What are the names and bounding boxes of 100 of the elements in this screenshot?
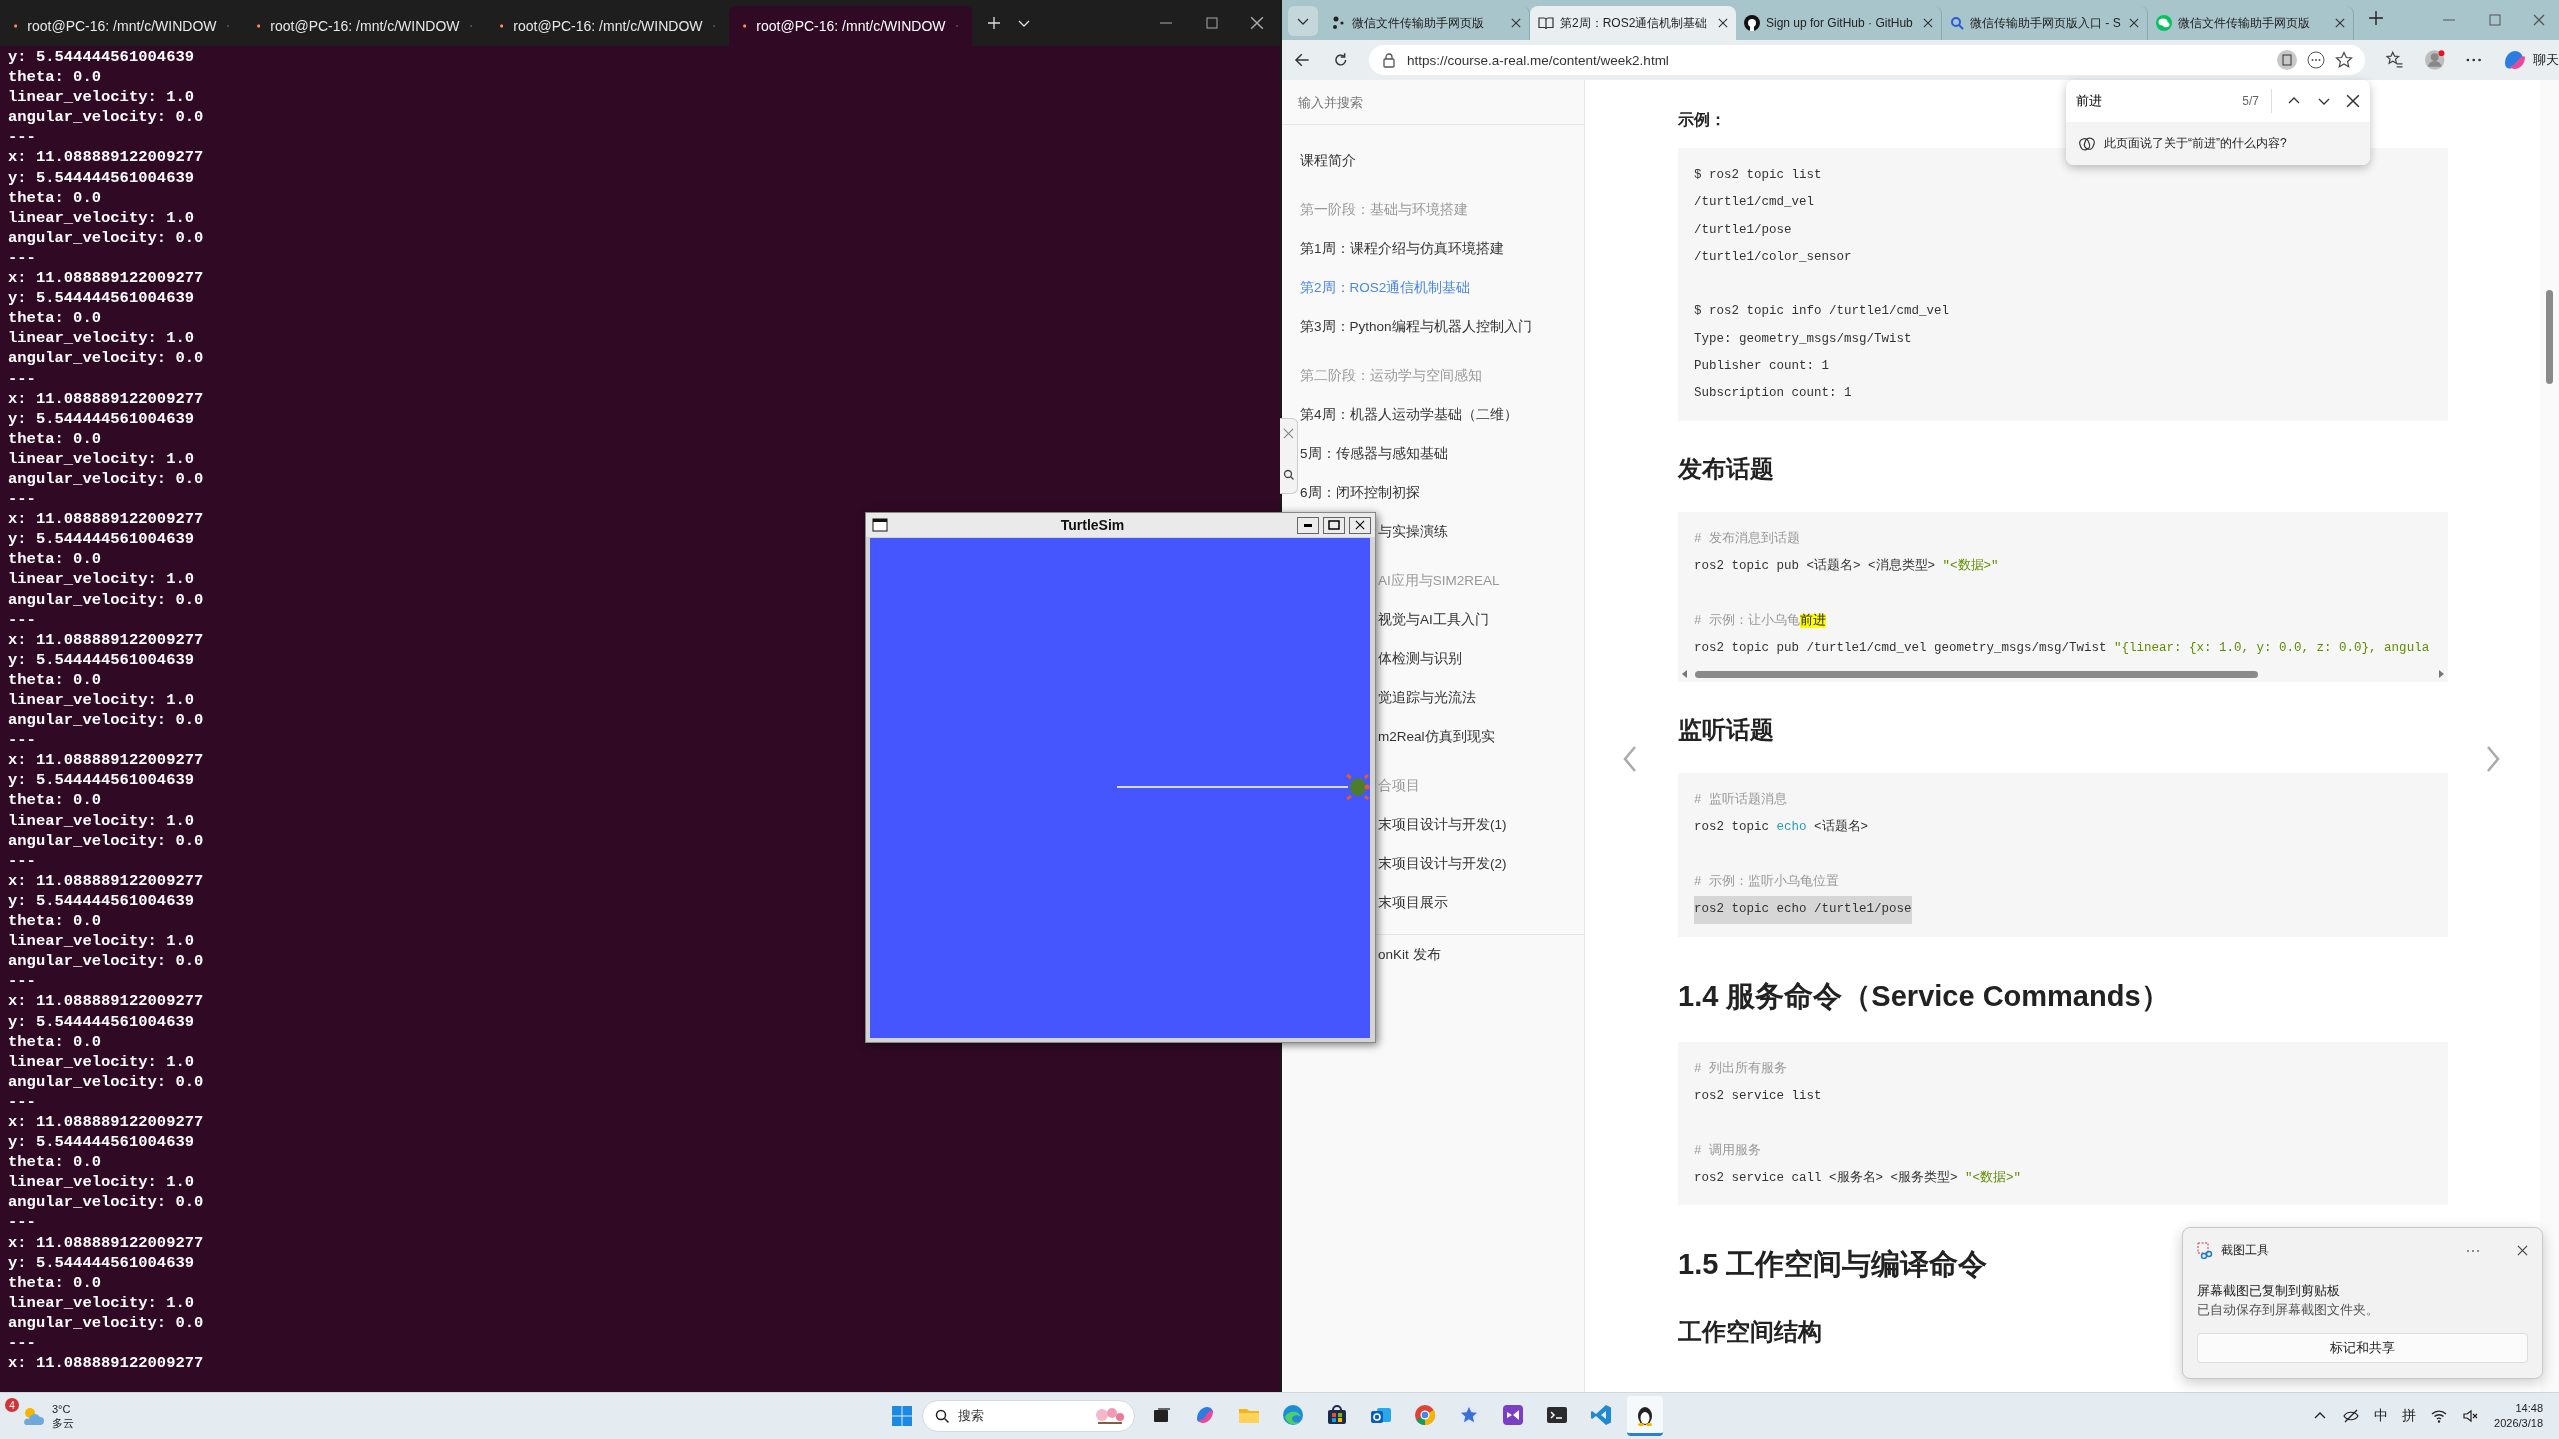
nav-link[interactable]: 课程简介 — [1300, 151, 1356, 170]
terminal-tab[interactable]: root@PC-16: /mnt/c/WINDOW — [243, 6, 486, 46]
terminal-line: --- — [8, 127, 36, 148]
nav-link[interactable]: m2Real仿真到现实 — [1378, 727, 1495, 746]
terminal-line: linear_velocity: 1.0 — [8, 569, 195, 590]
terminal-line: angular_velocity: 0.0 — [8, 107, 204, 128]
plus-icon[interactable] — [986, 15, 1002, 31]
search-icon — [935, 1408, 950, 1424]
terminal-line: angular_velocity: 0.0 — [8, 227, 204, 248]
back-icon[interactable] — [1294, 51, 1312, 69]
maximize-icon[interactable] — [1204, 15, 1220, 31]
terminal-line: angular_velocity: 0.0 — [8, 1192, 204, 1213]
nav-link[interactable]: 第3周：Python编程与机器人控制入门 — [1300, 317, 1532, 336]
nav-link[interactable]: onKit 发布 — [1378, 945, 1441, 964]
more-options-icon[interactable] — [2306, 51, 2325, 69]
terminal-line: linear_velocity: 1.0 — [8, 690, 195, 711]
code-line: $ ros2 topic list — [1694, 167, 1822, 184]
terminal-line: theta: 0.0 — [8, 669, 101, 690]
terminal-tab[interactable]: root@PC-16: /mnt/c/WINDOW — [486, 6, 729, 46]
terminal-line: y: 5.544444561004639 — [8, 288, 195, 309]
nav-link[interactable]: 体检测与识别 — [1378, 649, 1462, 668]
nav-link[interactable]: 末项目设计与开发(2) — [1378, 854, 1507, 873]
code-line: /turtle1/cmd_vel — [1694, 194, 1815, 212]
close-tab-icon[interactable] — [2335, 18, 2345, 28]
terminal-line: angular_velocity: 0.0 — [8, 1071, 204, 1092]
terminal-line: --- — [8, 1091, 36, 1112]
terminal-line: x: 11.088889122009277 — [8, 750, 204, 771]
example-label: 示例： — [1678, 110, 1726, 130]
code-line: Subscription count: 1 — [1694, 385, 1852, 403]
nav-link[interactable]: 第1周：课程介绍与仿真环境搭建 — [1300, 239, 1504, 258]
terminal-line: theta: 0.0 — [8, 790, 101, 811]
swirl-logo-icon[interactable] — [2502, 49, 2527, 71]
terminal-tab[interactable]: root@PC-16: /mnt/c/WINDOW — [0, 6, 243, 46]
terminal-line: --- — [8, 609, 36, 630]
mark-share-button[interactable]: 标记和共享 — [2197, 1333, 2528, 1363]
favorites-icon[interactable] — [2384, 50, 2405, 70]
match-count: 5/7 — [2242, 89, 2272, 113]
terminal-line: x: 11.088889122009277 — [8, 1353, 204, 1374]
chat-label[interactable]: 聊天 — [2532, 51, 2559, 69]
wave-logo-icon — [1281, 1402, 1305, 1427]
nav-link[interactable]: 第4周：机器人运动学基础（二维） — [1300, 405, 1518, 424]
minimize-button[interactable] — [1297, 516, 1319, 534]
taskbar-button[interactable] — [1627, 1396, 1663, 1436]
input-mode[interactable]: 中 — [2374, 1407, 2389, 1425]
new-tab-icon[interactable] — [2368, 10, 2384, 26]
close-icon[interactable] — [2346, 94, 2360, 108]
scrollbar-thumb[interactable] — [2546, 290, 2553, 384]
nav-link[interactable]: 末项目展示 — [1378, 893, 1448, 912]
notification-title: 屏幕截图已复制到剪贴板 — [2197, 1282, 2340, 1300]
nav-link[interactable]: 觉追踪与光流法 — [1378, 688, 1476, 707]
terminal-line: linear_velocity: 1.0 — [8, 448, 195, 469]
eye-off-icon[interactable] — [2342, 1407, 2361, 1425]
close-icon[interactable] — [2517, 1245, 2528, 1256]
turtle-icon — [1345, 773, 1370, 801]
terminal-line: linear_velocity: 1.0 — [8, 1051, 195, 1072]
section-label: 合项目 — [1378, 776, 1420, 795]
nav-link[interactable]: 6周：闭环控制初探 — [1300, 483, 1420, 502]
clock[interactable]: 14:48 2026/3/18 — [2494, 1401, 2543, 1431]
nav-link[interactable]: 视觉与AI工具入门 — [1378, 610, 1489, 629]
terminal-line: y: 5.544444561004639 — [8, 529, 195, 550]
star-icon[interactable] — [2334, 51, 2353, 69]
close-icon[interactable] — [1355, 520, 1365, 530]
close-tab-icon[interactable] — [1923, 18, 1933, 28]
nav-link[interactable]: 与实操演练 — [1378, 522, 1448, 541]
code-line: Type: geometry_msgs/msg/Twist — [1694, 330, 1912, 348]
close-button[interactable] — [1349, 516, 1371, 534]
close-tab-icon[interactable] — [1718, 18, 1728, 28]
terminal-line: theta: 0.0 — [8, 549, 101, 570]
maximize-icon — [1328, 520, 1340, 530]
lock-icon — [1381, 52, 1397, 68]
code-line: ros2 topic echo <话题名> — [1694, 818, 1869, 837]
taskbar-search[interactable]: 搜索 — [922, 1400, 1135, 1432]
maximize-button[interactable] — [1323, 516, 1345, 534]
input-method[interactable]: 拼 — [2402, 1407, 2417, 1425]
close-tab-icon[interactable] — [1511, 18, 1521, 28]
browser-tab[interactable]: 第2周：ROS2通信机制基础 — [1530, 6, 1736, 40]
nav-link[interactable]: 第2周：ROS2通信机制基础 — [1300, 278, 1471, 297]
search-icon[interactable] — [1283, 469, 1294, 480]
terminal-line: angular_velocity: 0.0 — [8, 589, 204, 610]
close-tab-icon[interactable] — [2129, 18, 2139, 28]
nav-link[interactable]: 5周：传感器与感知基础 — [1300, 444, 1448, 463]
address-bar[interactable]: https://course.a-real.me/content/week2.html — [1369, 45, 2365, 75]
terminal-tab[interactable]: root@PC-16: /mnt/c/WINDOW — [729, 6, 972, 46]
profile-icon[interactable] — [2424, 49, 2446, 71]
reader-icon[interactable] — [2276, 50, 2297, 70]
terminal-line: linear_velocity: 1.0 — [8, 87, 195, 108]
terminal-line: angular_velocity: 0.0 — [8, 830, 204, 851]
cat-logo-icon — [1744, 15, 1760, 31]
nav-link[interactable]: 末项目设计与开发(1) — [1378, 815, 1507, 834]
close-icon[interactable] — [1250, 16, 1264, 30]
terminal-line: y: 5.544444561004639 — [8, 890, 195, 912]
window-icon — [872, 517, 888, 533]
terminal-line: x: 11.088889122009277 — [8, 509, 204, 530]
search-field[interactable]: 输入并搜索 — [1296, 93, 1550, 111]
section-label: 第一阶段：基础与环境搭建 — [1300, 200, 1468, 219]
terminal-line: y: 5.544444561004639 — [8, 649, 195, 670]
start-icon[interactable] — [890, 1404, 914, 1428]
terminal-line: --- — [8, 971, 36, 992]
subsection-heading: 工作空间结构 — [1678, 1317, 1822, 1348]
terminal-line: y: 5.544444561004639 — [8, 47, 195, 68]
